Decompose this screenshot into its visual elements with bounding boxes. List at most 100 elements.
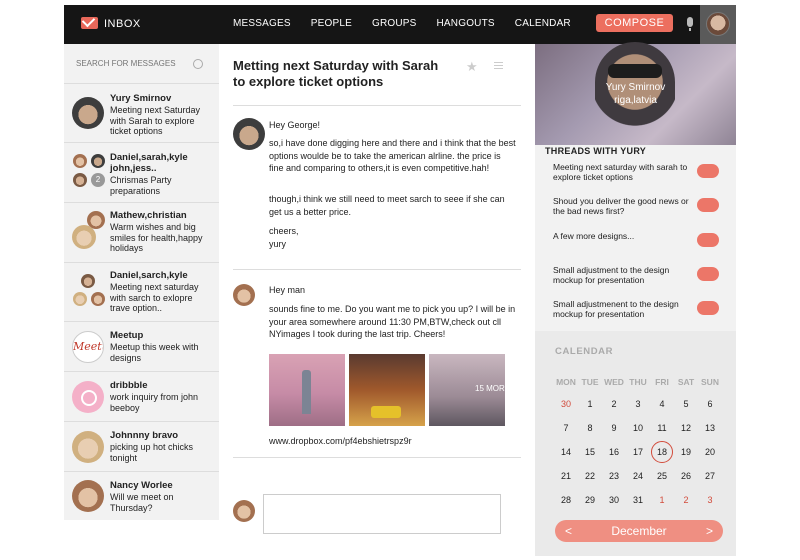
message-snippet: Meeting next saturday with sarch to exlo…: [110, 282, 199, 313]
calendar-title: CALENDAR: [555, 346, 614, 357]
calendar-day[interactable]: 9: [602, 423, 626, 433]
calendar-day[interactable]: 10: [626, 423, 650, 433]
calendar-day[interactable]: 11: [650, 423, 674, 433]
participant-count-badge: 2: [91, 173, 105, 187]
message-snippet: Meeting next Saturday with Sarah to expl…: [110, 105, 201, 136]
list-item[interactable]: Johnnny bravo picking up hot chicks toni…: [64, 422, 219, 472]
message-snippet: Chrismas Party preparations: [110, 175, 172, 196]
list-item[interactable]: Daniel,sarch,kyle Meeting next saturday …: [64, 263, 219, 322]
sender-name: Yury Smirnov: [110, 93, 172, 104]
avatar: [72, 431, 104, 463]
calendar-day[interactable]: 28: [554, 495, 578, 505]
calendar-day[interactable]: 13: [698, 423, 722, 433]
calendar-day[interactable]: 4: [650, 399, 674, 409]
calendar-day[interactable]: 6: [698, 399, 722, 409]
calendar-day[interactable]: 1: [578, 399, 602, 409]
sender-name: dribbble: [110, 380, 148, 391]
compose-button[interactable]: COMPOSE: [596, 14, 673, 32]
reply-input[interactable]: [263, 494, 501, 534]
calendar-day[interactable]: 25: [650, 471, 674, 481]
sender-name: Daniel,sarch,kyle: [110, 270, 188, 281]
calendar-day[interactable]: 24: [626, 471, 650, 481]
thread-toggle[interactable]: [697, 267, 719, 281]
calendar-day[interactable]: 14: [554, 447, 578, 457]
message-snippet: Will we meet on Thursday?: [110, 492, 174, 513]
calendar-day[interactable]: 26: [674, 471, 698, 481]
calendar-day[interactable]: 2: [602, 399, 626, 409]
dribbble-logo: [72, 381, 104, 413]
nav-groups[interactable]: GROUPS: [372, 18, 417, 29]
dropbox-link[interactable]: www.dropbox.com/pf4ebshietrspz9r: [269, 436, 412, 446]
thread-item[interactable]: Small adjustment to the design mockup fo…: [553, 265, 693, 285]
avatar: [72, 480, 104, 512]
user-avatar[interactable]: [700, 5, 736, 44]
app-title: INBOX: [104, 18, 141, 30]
star-icon[interactable]: ★: [466, 59, 478, 75]
list-item[interactable]: Meetup Meetup Meetup this week with desi…: [64, 322, 219, 372]
attachment-photo[interactable]: [349, 354, 425, 426]
microphone-icon[interactable]: [687, 17, 693, 31]
thread-item[interactable]: A few more designs...: [553, 231, 693, 241]
menu-icon[interactable]: [494, 62, 503, 69]
attachment-photo[interactable]: [269, 354, 345, 426]
main-nav: MESSAGES PEOPLE GROUPS HANGOUTS CALENDAR: [233, 18, 591, 29]
conversation-pane: Metting next Saturday with Sarah to expl…: [219, 44, 535, 534]
divider: [233, 457, 521, 458]
nav-hangouts[interactable]: HANGOUTS: [437, 18, 495, 29]
list-item[interactable]: Mathew,christian Warm wishes and big smi…: [64, 203, 219, 263]
search-input[interactable]: [76, 59, 186, 68]
message-greeting: Hey George!: [269, 120, 321, 130]
thread-item[interactable]: Shoud you deliver the good news or the b…: [553, 196, 693, 216]
calendar-day[interactable]: 19: [674, 447, 698, 457]
calendar-day[interactable]: 12: [674, 423, 698, 433]
profile-name: Yury Smirnov: [605, 82, 666, 93]
nav-people[interactable]: PEOPLE: [311, 18, 352, 29]
calendar-day[interactable]: 21: [554, 471, 578, 481]
conversation-subject: Metting next Saturday with Sarah to expl…: [233, 58, 439, 89]
calendar-day[interactable]: 2: [674, 495, 698, 505]
profile-location: riga,latvia: [614, 95, 657, 106]
calendar-day[interactable]: 15: [578, 447, 602, 457]
sender-name: Mathew,christian: [110, 210, 187, 221]
calendar-day[interactable]: 29: [578, 495, 602, 505]
calendar-day[interactable]: 16: [602, 447, 626, 457]
app-window: INBOX MESSAGES PEOPLE GROUPS HANGOUTS CA…: [64, 5, 736, 556]
calendar-widget: CALENDAR MON TUE WED THU FRI SAT SUN 30 1 2 3 4 5 6 7 8…: [535, 331, 736, 556]
thread-toggle[interactable]: [697, 233, 719, 247]
list-item[interactable]: dribbble work inquiry from john beeboy: [64, 372, 219, 422]
attachment-photo[interactable]: 15 MOR: [429, 354, 505, 426]
profile-photo-glasses: [608, 64, 662, 78]
avatar: [233, 118, 265, 150]
next-month-button[interactable]: >: [706, 520, 713, 542]
nav-messages[interactable]: MESSAGES: [233, 18, 291, 29]
list-item[interactable]: Yury Smirnov Meeting next Saturday with …: [64, 84, 219, 143]
calendar-weekday-label: SAT: [677, 377, 695, 387]
thread-toggle[interactable]: [697, 301, 719, 315]
calendar-day[interactable]: 22: [578, 471, 602, 481]
calendar-day[interactable]: 7: [554, 423, 578, 433]
message-snippet: Warm wishes and big smiles for health,ha…: [110, 222, 203, 253]
thread-item[interactable]: Meeting next saturday with sarah to expl…: [553, 162, 693, 182]
calendar-day[interactable]: 31: [626, 495, 650, 505]
prev-month-button[interactable]: <: [565, 520, 572, 542]
list-item[interactable]: Nancy Worlee Will we meet on Thursday?: [64, 472, 219, 520]
calendar-day[interactable]: 8: [578, 423, 602, 433]
calendar-day[interactable]: 23: [602, 471, 626, 481]
mail-icon: [81, 17, 98, 29]
nav-calendar[interactable]: CALENDAR: [515, 18, 571, 29]
thread-item[interactable]: Small adjustmenent to the design mockup …: [553, 299, 693, 319]
list-item[interactable]: 2 Daniel,sarah,kyle john,jess.. Chrismas…: [64, 143, 219, 203]
calendar-day[interactable]: 30: [602, 495, 626, 505]
sender-name: Daniel,sarah,kyle john,jess..: [110, 152, 188, 174]
search-icon[interactable]: [193, 59, 203, 69]
calendar-day[interactable]: 17: [626, 447, 650, 457]
calendar-day[interactable]: 1: [650, 495, 674, 505]
calendar-day[interactable]: 3: [626, 399, 650, 409]
calendar-day[interactable]: 3: [698, 495, 722, 505]
thread-toggle[interactable]: [697, 164, 719, 178]
calendar-day[interactable]: 20: [698, 447, 722, 457]
calendar-day[interactable]: 30: [554, 399, 578, 409]
thread-toggle[interactable]: [697, 198, 719, 212]
calendar-day[interactable]: 27: [698, 471, 722, 481]
calendar-day[interactable]: 5: [674, 399, 698, 409]
